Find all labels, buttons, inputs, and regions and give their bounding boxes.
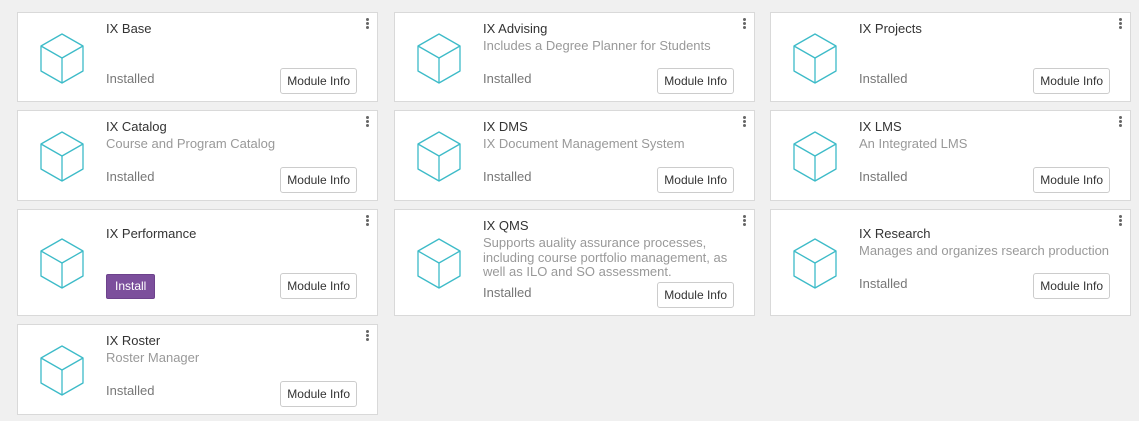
- cube-icon: [417, 131, 461, 182]
- module-title: IX Projects: [859, 21, 922, 36]
- cube-icon: [417, 238, 461, 289]
- module-info-button[interactable]: Module Info: [280, 68, 357, 94]
- cube-icon: [40, 131, 84, 182]
- module-card: IX QMS Supports auality assurance proces…: [394, 209, 755, 316]
- module-info-button[interactable]: Module Info: [657, 68, 734, 94]
- module-title: IX Catalog: [106, 119, 167, 134]
- module-status: Installed: [106, 383, 155, 398]
- module-card: IX Projects Installed Module Info: [770, 12, 1131, 102]
- module-title: IX Performance: [106, 226, 197, 241]
- module-status: Installed: [483, 285, 532, 300]
- module-status: Installed: [859, 276, 908, 291]
- module-info-button[interactable]: Module Info: [1033, 273, 1110, 299]
- module-summary: Supports auality assurance processes, in…: [483, 235, 728, 280]
- module-info-button[interactable]: Module Info: [280, 167, 357, 193]
- module-grid: IX Base Installed Module Info IX Advisin…: [0, 0, 1139, 421]
- module-status: Installed: [483, 169, 532, 184]
- kebab-vertical-icon[interactable]: [1116, 17, 1124, 31]
- cube-icon: [793, 131, 837, 182]
- module-title: IX Roster: [106, 333, 161, 348]
- module-status: Installed: [859, 71, 908, 86]
- module-card: IX Performance Install Module Info: [17, 209, 378, 316]
- module-summary: Roster Manager: [106, 350, 200, 365]
- kebab-vertical-icon[interactable]: [740, 214, 748, 228]
- module-status: Installed: [859, 169, 908, 184]
- module-info-button[interactable]: Module Info: [280, 273, 357, 299]
- module-info-button[interactable]: Module Info: [657, 282, 734, 308]
- module-summary: IX Document Management System: [483, 136, 685, 151]
- kebab-vertical-icon[interactable]: [1116, 214, 1124, 228]
- cube-icon: [40, 345, 84, 396]
- module-status: Installed: [483, 71, 532, 86]
- kebab-vertical-icon[interactable]: [363, 214, 371, 228]
- module-card: IX Catalog Course and Program Catalog In…: [17, 110, 378, 201]
- module-status: Installed: [106, 71, 155, 86]
- module-summary: Includes a Degree Planner for Students: [483, 38, 711, 53]
- module-info-button[interactable]: Module Info: [280, 381, 357, 407]
- module-info-button[interactable]: Module Info: [1033, 68, 1110, 94]
- module-title: IX DMS: [483, 119, 528, 134]
- kebab-vertical-icon[interactable]: [1116, 115, 1124, 129]
- module-card: IX Advising Includes a Degree Planner fo…: [394, 12, 755, 102]
- kebab-vertical-icon[interactable]: [363, 115, 371, 129]
- module-summary: Manages and organizes rsearch production: [859, 243, 1110, 258]
- module-title: IX Advising: [483, 21, 548, 36]
- kebab-vertical-icon[interactable]: [363, 17, 371, 31]
- module-title: IX Base: [106, 21, 152, 36]
- module-card: IX Roster Roster Manager Installed Modul…: [17, 324, 378, 415]
- module-status: Installed: [106, 169, 155, 184]
- kebab-vertical-icon[interactable]: [363, 329, 371, 343]
- module-summary: An Integrated LMS: [859, 136, 968, 151]
- module-card: IX Research Manages and organizes rsearc…: [770, 209, 1131, 316]
- cube-icon: [793, 33, 837, 84]
- cube-icon: [40, 33, 84, 84]
- module-card: IX LMS An Integrated LMS Installed Modul…: [770, 110, 1131, 201]
- module-title: IX Research: [859, 226, 931, 241]
- module-info-button[interactable]: Module Info: [1033, 167, 1110, 193]
- module-card: IX Base Installed Module Info: [17, 12, 378, 102]
- module-summary: Course and Program Catalog: [106, 136, 276, 151]
- module-title: IX QMS: [483, 218, 529, 233]
- module-info-button[interactable]: Module Info: [657, 167, 734, 193]
- cube-icon: [793, 238, 837, 289]
- module-card: IX DMS IX Document Management System Ins…: [394, 110, 755, 201]
- kebab-vertical-icon[interactable]: [740, 17, 748, 31]
- cube-icon: [417, 33, 461, 84]
- kebab-vertical-icon[interactable]: [740, 115, 748, 129]
- cube-icon: [40, 238, 84, 289]
- install-button[interactable]: Install: [106, 274, 156, 299]
- module-title: IX LMS: [859, 119, 902, 134]
